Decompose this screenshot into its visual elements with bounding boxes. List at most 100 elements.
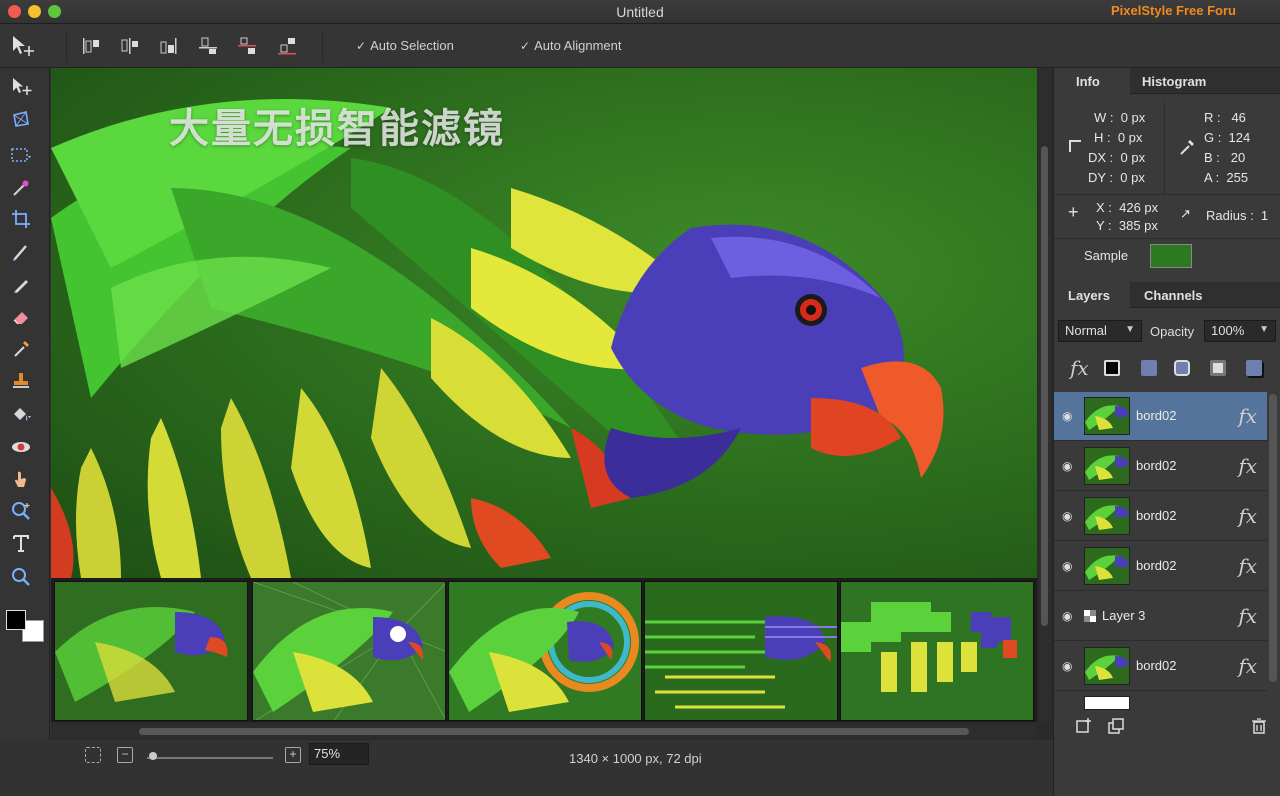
info-w: W : 0 px bbox=[1094, 110, 1146, 125]
layer-fx-icon[interactable]: fx bbox=[1238, 504, 1257, 528]
info-g: G : 124 bbox=[1204, 130, 1251, 145]
smudge-tool-button[interactable] bbox=[8, 466, 34, 492]
info-divider bbox=[1054, 194, 1280, 195]
layer-row[interactable]: ◉ bord02 fx bbox=[1054, 392, 1267, 441]
red-eye-tool-button[interactable] bbox=[8, 434, 34, 460]
crosshair-icon: + bbox=[1068, 202, 1079, 222]
foreground-color-swatch[interactable] bbox=[6, 610, 26, 630]
move-tool-icon bbox=[10, 34, 36, 58]
zoom-level-field[interactable]: 75% bbox=[309, 743, 369, 765]
paint-bucket-tool-button[interactable] bbox=[8, 402, 34, 428]
align-center-h-button[interactable] bbox=[119, 36, 141, 56]
text-tool-button[interactable] bbox=[8, 530, 34, 556]
zoom-out-icon[interactable]: − bbox=[117, 747, 133, 763]
tab-histogram[interactable]: Histogram bbox=[1142, 74, 1206, 89]
tools-palette bbox=[0, 68, 50, 740]
document-image[interactable]: 大量无损智能滤镜 bbox=[51, 68, 1037, 578]
pencil-tool-button[interactable] bbox=[8, 272, 34, 298]
layer-row-partial[interactable] bbox=[1054, 692, 1267, 710]
info-b: B : 20 bbox=[1204, 150, 1246, 165]
filter-preview-strip bbox=[51, 578, 1037, 722]
layer-thumbnail bbox=[1084, 647, 1130, 685]
layer-row[interactable]: ◉ bord02 fx bbox=[1054, 642, 1267, 691]
align-middle-v-button[interactable] bbox=[236, 36, 258, 56]
stamp-tool-button[interactable] bbox=[8, 368, 34, 394]
zoom-tool-button[interactable] bbox=[8, 498, 34, 524]
layer-row[interactable]: ◉ bord02 fx bbox=[1054, 492, 1267, 541]
trash-icon[interactable] bbox=[1251, 718, 1267, 734]
eraser-tool-button[interactable] bbox=[8, 304, 34, 330]
move-tool-button[interactable] bbox=[8, 74, 34, 100]
auto-alignment-label: Auto Alignment bbox=[534, 38, 622, 53]
brush-tool-button[interactable] bbox=[8, 240, 34, 266]
layer-name: bord02 bbox=[1136, 558, 1177, 573]
eye-icon[interactable]: ◉ bbox=[1062, 659, 1072, 673]
layer-row[interactable]: ◉ bord02 fx bbox=[1054, 542, 1267, 591]
align-left-button[interactable] bbox=[80, 36, 102, 56]
auto-alignment-checkbox[interactable]: ✓ Auto Alignment bbox=[520, 38, 622, 53]
eye-icon[interactable]: ◉ bbox=[1062, 609, 1072, 623]
sample-color-swatch[interactable] bbox=[1150, 244, 1192, 268]
chevron-down-icon: ▼ bbox=[1125, 324, 1135, 335]
layer-row[interactable]: ◉ Layer 3 fx bbox=[1054, 592, 1267, 641]
rect-select-tool-button[interactable] bbox=[8, 142, 34, 168]
outer-glow-style-icon[interactable] bbox=[1174, 360, 1190, 376]
new-layer-icon[interactable] bbox=[1076, 718, 1092, 734]
canvas-area: 大量无损智能滤镜 bbox=[51, 68, 1053, 740]
layer-thumbnail bbox=[1084, 397, 1130, 435]
tab-layers[interactable]: Layers bbox=[1068, 288, 1110, 303]
eye-icon[interactable]: ◉ bbox=[1062, 459, 1072, 473]
zoom-slider-track[interactable] bbox=[147, 757, 273, 759]
overlay-caption: 大量无损智能滤镜 bbox=[169, 106, 505, 152]
align-bottom-button[interactable] bbox=[276, 36, 298, 56]
view-zoom-tool-button[interactable] bbox=[8, 564, 34, 590]
fill-style-icon[interactable] bbox=[1141, 360, 1157, 376]
tab-channels[interactable]: Channels bbox=[1144, 288, 1203, 303]
eye-icon[interactable]: ◉ bbox=[1062, 559, 1072, 573]
layer-fx-icon[interactable]: fx bbox=[1238, 604, 1257, 628]
duplicate-layer-icon[interactable] bbox=[1108, 718, 1124, 734]
sample-label: Sample bbox=[1084, 248, 1129, 263]
transparency-icon bbox=[1084, 610, 1096, 622]
stroke-style-icon[interactable] bbox=[1104, 360, 1120, 376]
vertical-scrollbar[interactable] bbox=[1039, 68, 1051, 722]
tab-info[interactable]: Info bbox=[1076, 74, 1100, 89]
right-panel: Info Histogram W : 0 px H : 0 px DX : 0 … bbox=[1053, 68, 1280, 796]
title-bar: Untitled PixelStyle Free Foru bbox=[0, 0, 1280, 24]
transform-tool-button[interactable] bbox=[8, 106, 34, 132]
blend-mode-select[interactable]: Normal ▼ bbox=[1058, 320, 1142, 342]
auto-selection-checkbox[interactable]: ✓ Auto Selection bbox=[356, 38, 454, 53]
eye-icon[interactable]: ◉ bbox=[1062, 409, 1072, 423]
fx-icon[interactable]: fx bbox=[1070, 356, 1089, 380]
filter-preview-spectrum-ring bbox=[448, 581, 642, 721]
info-divider bbox=[1164, 102, 1165, 194]
horizontal-scroll-thumb[interactable] bbox=[139, 728, 969, 735]
layer-fx-icon[interactable]: fx bbox=[1238, 554, 1257, 578]
checkmark-icon: ✓ bbox=[520, 38, 531, 53]
eye-icon[interactable]: ◉ bbox=[1062, 509, 1072, 523]
align-top-button[interactable] bbox=[197, 36, 219, 56]
inner-glow-style-icon[interactable] bbox=[1210, 360, 1226, 376]
zoom-in-icon[interactable]: + bbox=[285, 747, 301, 763]
opacity-select[interactable]: 100% ▼ bbox=[1204, 320, 1276, 342]
zoom-slider-thumb[interactable] bbox=[149, 752, 157, 760]
layer-fx-icon[interactable]: fx bbox=[1238, 404, 1257, 428]
layer-fx-icon[interactable]: fx bbox=[1238, 454, 1257, 478]
info-a: A : 255 bbox=[1204, 170, 1249, 185]
layer-row[interactable]: ◉ bord02 fx bbox=[1054, 442, 1267, 491]
eyedropper-tool-button[interactable] bbox=[8, 336, 34, 362]
layer-fx-icon[interactable]: fx bbox=[1238, 654, 1257, 678]
vertical-scroll-thumb[interactable] bbox=[1041, 146, 1048, 626]
layer-thumbnail bbox=[1084, 447, 1130, 485]
options-toolbar: ✓ Auto Selection ✓ Auto Alignment bbox=[0, 24, 1280, 68]
layers-scrollbar[interactable] bbox=[1269, 394, 1277, 682]
eyedropper-icon bbox=[1180, 140, 1194, 155]
horizontal-scrollbar[interactable] bbox=[51, 724, 1037, 738]
fit-to-screen-icon[interactable] bbox=[85, 747, 101, 763]
shadow-style-icon[interactable] bbox=[1246, 360, 1262, 376]
filter-preview-motion-blur bbox=[54, 581, 248, 721]
align-right-button[interactable] bbox=[158, 36, 180, 56]
opacity-label: Opacity bbox=[1150, 324, 1195, 339]
crop-tool-button[interactable] bbox=[8, 206, 34, 232]
magic-wand-tool-button[interactable] bbox=[8, 174, 34, 200]
